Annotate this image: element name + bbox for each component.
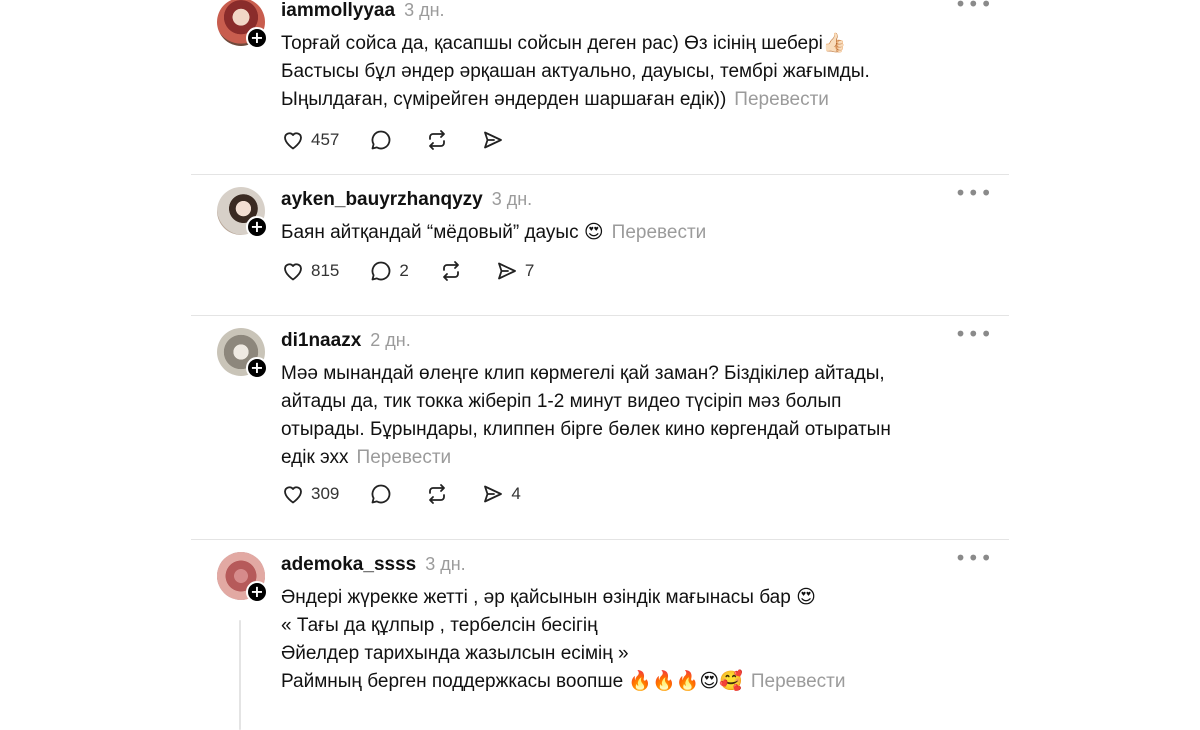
comment-header: di1naazx 2 дн. [281, 330, 411, 354]
avatar[interactable]: + [217, 0, 268, 49]
comment-line: Әндері жүрекке жетті , әр қайсынын өзінд… [281, 587, 816, 608]
username[interactable]: ayken_bauyrzhanqyzy [281, 189, 483, 211]
comment-line: айтады да, тик токка жіберіп 1-2 минут в… [281, 391, 842, 412]
plus-icon[interactable]: + [246, 216, 268, 238]
reply-button[interactable] [369, 482, 393, 506]
comment-line: едік эхх [281, 447, 349, 468]
comment-line: Әйелдер тарихында жазылсын есімің » [281, 643, 629, 664]
translate-link[interactable]: Перевести [612, 222, 707, 243]
repost-button[interactable] [439, 259, 463, 283]
heart-icon [284, 486, 302, 504]
username[interactable]: di1naazx [281, 330, 361, 352]
like-button[interactable]: 815 [281, 259, 339, 283]
more-dots-icon[interactable]: ••• [955, 183, 993, 203]
comment-item: + ademoka_ssss 3 дн. ••• Әндері жүрекке … [191, 540, 1009, 730]
comment-line: Раймның берген поддержкасы воопше 🔥🔥🔥😍🥰 [281, 671, 743, 692]
send-icon [484, 485, 503, 503]
repost-icon [429, 484, 446, 504]
comment-header: ademoka_ssss 3 дн. [281, 554, 466, 578]
comment-text: Торғай сойса да, қасапшы сойсын деген ра… [281, 30, 981, 114]
thread-line [239, 620, 241, 730]
comment-item: + iammollyyaa 3 дн. ••• Торғай сойса да,… [191, 0, 1009, 175]
action-bar: 309 4 [281, 480, 551, 508]
share-button[interactable]: 4 [481, 482, 521, 506]
comment-header: ayken_bauyrzhanqyzy 3 дн. [281, 189, 532, 213]
timestamp: 2 дн. [370, 330, 411, 350]
comment-line: отырады. Бұрындары, клиппен бірге бөлек … [281, 419, 891, 440]
comment-line: « Тағы да құлпыр , тербелсін бесігің [281, 615, 598, 636]
comment-bubble-icon [371, 484, 391, 504]
timestamp: 3 дн. [491, 189, 533, 209]
comment-line: Мәә мынандай өлеңге клип көрмегелі қай з… [281, 363, 885, 384]
action-bar: 457 [281, 126, 535, 154]
avatar[interactable]: + [217, 187, 268, 238]
comment-bubble-icon [371, 261, 391, 281]
like-button[interactable]: 309 [281, 482, 339, 506]
share-button[interactable] [481, 128, 505, 152]
heart-icon [284, 263, 302, 281]
comment-line: Бастысы бұл әндер әрқашан актуально, дау… [281, 61, 870, 82]
comment-line: Торғай сойса да, қасапшы сойсын деген ра… [281, 33, 847, 54]
avatar[interactable]: + [217, 328, 268, 379]
more-dots-icon[interactable]: ••• [955, 548, 993, 568]
like-count: 309 [311, 484, 340, 503]
comment-text: Баян айтқандай “мёдовый” дауыс 😍 Перевест… [281, 219, 981, 247]
reply-count: 2 [399, 261, 409, 280]
share-count: 4 [511, 484, 521, 503]
like-count: 815 [311, 261, 340, 280]
comment-line: Баян айтқандай “мёдовый” дауыс 😍 [281, 222, 604, 243]
more-dots-icon[interactable]: ••• [955, 0, 993, 14]
plus-icon[interactable]: + [246, 27, 268, 49]
avatar[interactable]: + [217, 552, 268, 603]
translate-link[interactable]: Перевести [734, 89, 829, 110]
heart-icon [284, 132, 302, 150]
send-icon [497, 262, 516, 280]
translate-link[interactable]: Перевести [357, 447, 452, 468]
timestamp: 3 дн. [425, 554, 466, 574]
action-bar: 815 2 7 [281, 257, 564, 285]
username[interactable]: ademoka_ssss [281, 554, 416, 576]
share-count: 7 [524, 261, 535, 280]
comment-line: Ыңылдаған, сүмірейген әндерден шаршаған … [281, 89, 727, 110]
repost-button[interactable] [425, 128, 449, 152]
like-button[interactable]: 457 [281, 128, 339, 152]
like-count: 457 [311, 130, 340, 149]
send-icon [484, 131, 503, 149]
comment-bubble-icon [371, 130, 391, 150]
repost-button[interactable] [425, 482, 449, 506]
comment-text: Мәә мынандай өлеңге клип көрмегелі қай з… [281, 360, 981, 472]
more-dots-icon[interactable]: ••• [955, 324, 993, 344]
repost-icon [429, 130, 446, 150]
timestamp: 3 дн. [404, 0, 445, 20]
plus-icon[interactable]: + [246, 357, 268, 379]
translate-link[interactable]: Перевести [751, 671, 846, 692]
comment-item: + di1naazx 2 дн. ••• Мәә мынандай өлеңге… [191, 316, 1009, 540]
repost-icon [442, 261, 459, 281]
reply-button[interactable]: 2 [369, 259, 409, 283]
plus-icon[interactable]: + [246, 581, 268, 603]
comment-text: Әндері жүрекке жетті , әр қайсынын өзінд… [281, 584, 981, 696]
comments-feed: + iammollyyaa 3 дн. ••• Торғай сойса да,… [191, 0, 1009, 730]
username[interactable]: iammollyyaa [281, 0, 395, 22]
share-button[interactable]: 7 [495, 259, 534, 283]
comment-header: iammollyyaa 3 дн. [281, 0, 445, 24]
reply-button[interactable] [369, 128, 393, 152]
comment-item: + ayken_bauyrzhanqyzy 3 дн. ••• Баян айт… [191, 175, 1009, 316]
